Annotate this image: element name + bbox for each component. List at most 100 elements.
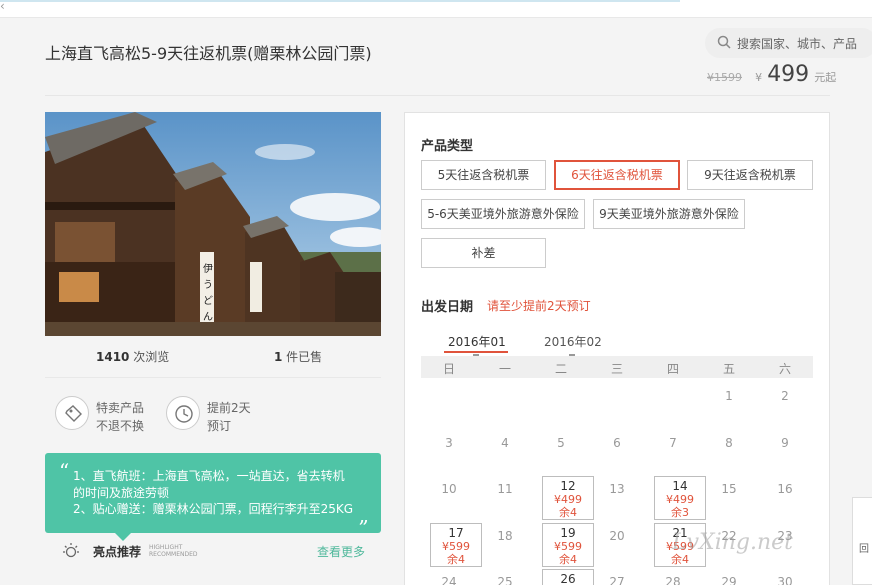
weekday-label: 四 [666,362,679,376]
month-tab-2016-02[interactable]: 2016年02 [544,333,602,356]
close-quote: „ [358,503,369,527]
calendar-day: 30 [777,575,793,585]
weekday-label: 三 [610,362,623,376]
departure-date-title: 出发日期 [421,300,474,315]
hero-image: 伊 う ど ん [45,112,381,336]
weekday-label: 二 [554,362,567,376]
calendar-day: 2 [781,389,789,403]
day-number: 12 [560,479,576,493]
day-number: 19 [560,525,576,540]
search-input[interactable]: 搜索国家、城市、产品 [737,35,857,52]
chevron-left-icon[interactable]: ‹ [0,0,5,12]
calendar-day: 25 [497,575,513,585]
price-unit: 元起 [814,71,837,84]
weekday-label: 五 [722,362,735,376]
option-price-difference[interactable]: 补差 [421,238,546,268]
option-9day-insurance[interactable]: 9天美亚境外旅游意外保险 [593,199,745,229]
weekday-label: 一 [498,362,511,376]
open-quote: “ [59,459,70,483]
svg-text:ど: ど [203,295,213,307]
highlight-line2: 的时间及旅途劳顿 [73,486,170,500]
calendar-day: 18 [497,528,513,543]
calendar-day: 20 [609,528,625,543]
svg-text:ん: ん [203,311,213,323]
calendar-bookable-day[interactable]: 26 [542,569,594,585]
tag-icon [55,396,89,430]
sold-stat: 1 件已售 [274,350,323,364]
calendar-bookable-day[interactable]: 19 ¥599 余4 [542,522,594,567]
day-price: ¥499 [666,493,694,506]
day-number: 26 [560,572,576,585]
month-tab-2016-01[interactable]: 2016年01 [444,333,508,356]
calendar-day: 10 [441,482,457,496]
feature-line1: 特卖产品 [96,401,145,415]
side-float-button[interactable]: 回 [852,497,872,585]
product-type-title: 产品类型 [421,139,474,154]
day-stock: 余4 [559,506,577,519]
highlight-box: “ 1、直飞航班：上海直飞高松，一站直达，省去转机 的时间及旅途劳顿 2、贴心赠… [45,453,381,541]
calendar-day: 28 [665,575,681,585]
booking-panel: 产品类型 5天往返含税机票 6天往返含税机票 9天往返含税机票 5-6天美亚境外… [404,112,830,585]
highlight-label-en: HIGHLIGHT RECOMMENDED [149,544,198,558]
option-5-6day-insurance[interactable]: 5-6天美亚境外旅游意外保险 [421,199,585,229]
calendar-bookable-day[interactable]: 14 ¥499 余3 [654,476,706,520]
feature-line2: 不退不换 [96,419,145,433]
calendar-day: 8 [725,435,733,450]
highlight-line1: 1、直飞航班：上海直飞高松，一站直达，省去转机 [73,469,345,483]
price-block: ¥1599 ¥ 499 元起 [707,62,867,87]
day-stock: 余4 [447,552,465,566]
highlight-line3: 2、贴心赠送：赠栗林公园门票，回程行李升至25KG [73,502,354,516]
search-icon[interactable] [717,35,731,49]
currency-symbol: ¥ [755,71,763,84]
highlight-footer: 亮点推荐 HIGHLIGHT RECOMMENDED 查看更多 [45,540,381,562]
calendar-day: 16 [777,482,793,496]
option-6day-ticket[interactable]: 6天往返含税机票 [554,160,680,190]
weekday-label: 六 [778,362,791,376]
svg-text:う: う [203,279,213,291]
search-box[interactable]: 搜索国家、城市、产品 [705,28,872,58]
calendar-bookable-day[interactable]: 12 ¥499 余4 [542,476,594,520]
calendar-bookable-day[interactable]: 17 ¥599 余4 [430,522,482,567]
stats-divider [45,377,381,378]
day-price: ¥599 [442,539,470,553]
option-9day-ticket[interactable]: 9天往返含税机票 [687,160,813,190]
calendar-day: 29 [721,575,737,585]
calendar-day: 1 [725,389,733,403]
calendar-day: 9 [781,435,789,450]
day-number: 14 [672,479,688,493]
current-price: 499 [767,62,810,87]
day-price: ¥499 [554,493,582,506]
calendar-day: 15 [721,482,737,496]
feature-line1: 提前2天 [207,401,251,415]
advance-booking-note: 请至少提前2天预订 [487,299,591,313]
calendar-day: 11 [497,482,513,496]
side-button-label: 回 [859,544,869,555]
calendar-day: 13 [609,482,625,496]
views-stat: 1410 次浏览 [96,350,170,364]
sun-icon [63,543,79,558]
calendar-day: 5 [557,435,565,450]
day-price: ¥599 [554,539,582,553]
day-stock: 余4 [559,552,577,566]
calendar-day: 24 [441,575,457,585]
day-stock: 余3 [671,506,689,519]
weekday-label: 日 [442,362,455,376]
option-5day-ticket[interactable]: 5天往返含税机票 [421,160,546,190]
header-divider [45,95,830,96]
top-accent-line [0,0,680,2]
calendar-day: 6 [613,435,621,450]
original-price: ¥1599 [707,71,742,84]
top-bar: ‹ [0,0,872,18]
clock-icon [166,396,200,430]
view-more-link[interactable]: 查看更多 [317,543,365,560]
page-title: 上海直飞高松5-9天往返机票(赠栗林公园门票) [45,44,372,63]
calendar-day: 7 [669,435,677,450]
calendar-day: 3 [445,435,453,450]
highlight-label: 亮点推荐 [93,545,142,559]
feature-line2: 预订 [207,419,232,433]
calendar-day: 4 [501,435,509,450]
weekday-header: 日一二三四五六 [421,356,813,378]
svg-text:伊: 伊 [203,263,213,275]
calendar-day: 27 [609,575,625,585]
watermark: LvXing.net [672,530,794,555]
